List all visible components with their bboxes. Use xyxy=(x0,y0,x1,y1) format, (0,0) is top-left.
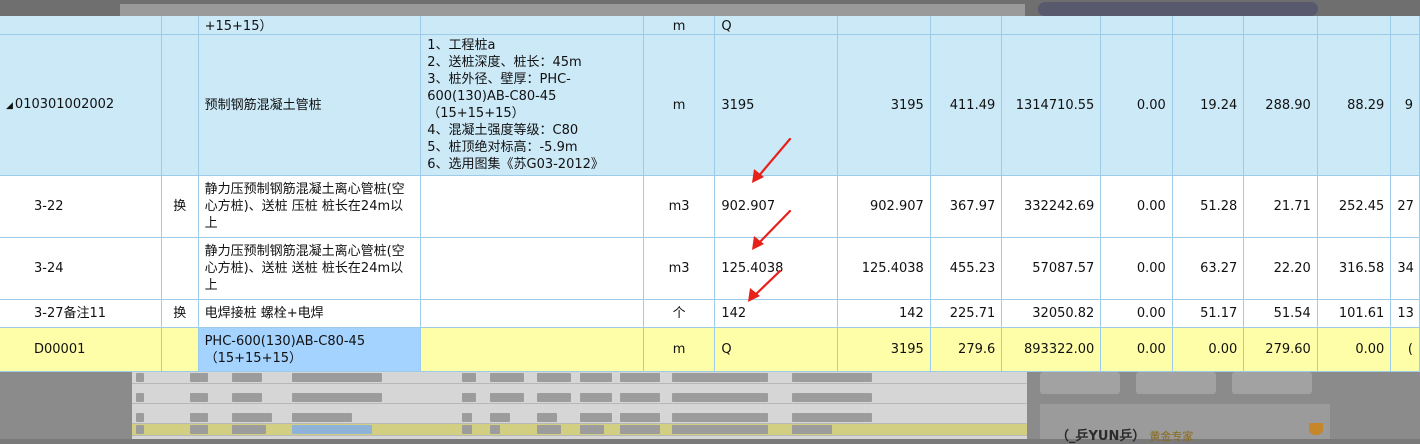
user-name: （_乒YUN乒） xyxy=(1056,429,1146,444)
unit-cell[interactable]: m3 xyxy=(643,175,716,238)
unit-cell[interactable]: 个 xyxy=(643,299,716,328)
features-cell[interactable] xyxy=(420,175,644,238)
code-cell[interactable]: 3-27备注11 xyxy=(0,299,162,328)
quantity-cell[interactable]: 902.907 xyxy=(837,175,931,238)
collapse-triangle-icon[interactable]: ◢ xyxy=(6,101,13,111)
value-cell[interactable]: 0.00 xyxy=(1100,34,1173,176)
features-cell[interactable]: 1、工程桩a 2、送桩深度、桩长：45m 3、桩外径、壁厚：PHC-600(13… xyxy=(420,34,644,176)
unit-cell[interactable]: m xyxy=(643,327,716,372)
kind-cell[interactable]: 换 xyxy=(161,175,199,238)
expression-cell[interactable]: 125.4038 xyxy=(714,237,838,300)
table-row-partial[interactable]: +15+15） m Q xyxy=(0,16,1420,35)
features-cell[interactable] xyxy=(420,237,644,300)
trophy-icon xyxy=(1309,423,1323,435)
total-cell[interactable]: 32050.82 xyxy=(1001,299,1102,328)
quantity-cell[interactable]: 125.4038 xyxy=(837,237,931,300)
table-row-quota[interactable]: 3-27备注11 换 电焊接桩 螺栓+电焊 个 142 142 225.71 3… xyxy=(0,299,1420,328)
value-cell[interactable]: 0.00 xyxy=(1317,327,1392,372)
features-cell[interactable] xyxy=(420,327,644,372)
value-cell[interactable]: 51.54 xyxy=(1243,299,1318,328)
name-cell[interactable]: 静力压预制钢筋混凝土离心管桩(空心方桩)、送桩 送桩 桩长在24m以上 xyxy=(198,237,422,300)
code-cell[interactable]: D00001 xyxy=(0,327,162,372)
kind-cell[interactable] xyxy=(161,327,199,372)
code-cell[interactable]: 3-22 xyxy=(0,175,162,238)
background-row xyxy=(132,392,1027,404)
table-row-quota[interactable]: 3-24 静力压预制钢筋混凝土离心管桩(空心方桩)、送桩 送桩 桩长在24m以上… xyxy=(0,237,1420,300)
quantity-cell[interactable]: 3195 xyxy=(837,327,931,372)
value-cell[interactable]: 279.60 xyxy=(1243,327,1318,372)
expression-cell[interactable]: 3195 xyxy=(714,34,838,176)
background-row xyxy=(132,372,1027,384)
value-cell[interactable]: 0.00 xyxy=(1172,327,1245,372)
expression-cell[interactable]: Q xyxy=(714,327,838,372)
total-cell[interactable]: 332242.69 xyxy=(1001,175,1102,238)
unit-price-cell[interactable]: 455.23 xyxy=(930,237,1003,300)
background-user-card: （_乒YUN乒） 黄金专家 xyxy=(1056,425,1193,444)
quantity-cell[interactable]: 142 xyxy=(837,299,931,328)
unit-price-cell[interactable]: 367.97 xyxy=(930,175,1003,238)
unit-price-cell[interactable]: 225.71 xyxy=(930,299,1003,328)
value-cell[interactable]: 63.27 xyxy=(1172,237,1245,300)
value-cell[interactable]: 51.17 xyxy=(1172,299,1245,328)
value-cell[interactable]: 0.00 xyxy=(1100,299,1173,328)
background-titlebar xyxy=(0,0,1420,16)
expression-cell[interactable]: 902.907 xyxy=(714,175,838,238)
quantity-cell[interactable]: 3195 xyxy=(837,34,931,176)
table-row-bill-item[interactable]: ◢ 010301002002 预制钢筋混凝土管桩 1、工程桩a 2、送桩深度、桩长… xyxy=(0,34,1420,176)
unit-cell[interactable]: m3 xyxy=(643,237,716,300)
code-cell[interactable]: 3-24 xyxy=(0,237,162,300)
value-cell[interactable]: 252.45 xyxy=(1317,175,1392,238)
value-cell[interactable]: ( xyxy=(1390,327,1420,372)
features-cell[interactable] xyxy=(420,299,644,328)
background-toolbar xyxy=(120,4,1025,16)
kind-cell[interactable] xyxy=(161,237,199,300)
kind-cell[interactable]: 换 xyxy=(161,299,199,328)
value-cell[interactable]: 0.00 xyxy=(1100,175,1173,238)
name-cell[interactable]: 电焊接桩 螺栓+电焊 xyxy=(198,299,422,328)
value-cell[interactable]: 22.20 xyxy=(1243,237,1318,300)
value-cell[interactable]: 0.00 xyxy=(1100,327,1173,372)
quantity-grid: +15+15） m Q ◢ 010301002002 预制钢筋混凝土管桩 1、工程… xyxy=(0,16,1420,372)
value-cell[interactable]: 34 xyxy=(1390,237,1420,300)
unit-cell[interactable]: m xyxy=(643,34,716,176)
table-row-material[interactable]: D00001 PHC-600(130)AB-C80-45（15+15+15） m… xyxy=(0,327,1420,372)
code-cell[interactable]: ◢ 010301002002 xyxy=(0,34,162,176)
value-cell[interactable]: 316.58 xyxy=(1317,237,1392,300)
name-cell[interactable]: 预制钢筋混凝土管桩 xyxy=(198,34,422,176)
value-cell[interactable]: 101.61 xyxy=(1317,299,1392,328)
background-button xyxy=(1040,372,1120,394)
background-button xyxy=(1232,372,1312,394)
table-row-quota[interactable]: 3-22 换 静力压预制钢筋混凝土离心管桩(空心方桩)、送桩 压桩 桩长在24m… xyxy=(0,175,1420,238)
background-row xyxy=(132,412,1027,424)
total-cell[interactable]: 893322.00 xyxy=(1001,327,1102,372)
expression-cell[interactable]: 142 xyxy=(714,299,838,328)
name-cell[interactable]: 静力压预制钢筋混凝土离心管桩(空心方桩)、送桩 压桩 桩长在24m以上 xyxy=(198,175,422,238)
background-row-highlight xyxy=(132,424,1027,436)
value-cell[interactable]: 9 xyxy=(1390,34,1420,176)
value-cell[interactable]: 288.90 xyxy=(1243,34,1318,176)
kind-cell[interactable] xyxy=(161,34,199,176)
total-cell[interactable]: 1314710.55 xyxy=(1001,34,1102,176)
value-cell[interactable]: 51.28 xyxy=(1172,175,1245,238)
value-cell[interactable]: 19.24 xyxy=(1172,34,1245,176)
bill-of-quantities-table: +15+15） m Q ◢ 010301002002 预制钢筋混凝土管桩 1、工程… xyxy=(0,16,1420,372)
value-cell[interactable]: 88.29 xyxy=(1317,34,1392,176)
name-cell-selected[interactable]: PHC-600(130)AB-C80-45（15+15+15） xyxy=(198,327,422,372)
value-cell[interactable]: 27 xyxy=(1390,175,1420,238)
value-cell[interactable]: 13 xyxy=(1390,299,1420,328)
background-pill xyxy=(1038,2,1318,16)
background-button xyxy=(1136,372,1216,394)
unit-price-cell[interactable]: 411.49 xyxy=(930,34,1003,176)
value-cell[interactable]: 21.71 xyxy=(1243,175,1318,238)
user-badge: 黄金专家 xyxy=(1149,430,1194,443)
value-cell[interactable]: 0.00 xyxy=(1100,237,1173,300)
background-spreadsheet xyxy=(132,372,1027,439)
unit-price-cell[interactable]: 279.6 xyxy=(930,327,1003,372)
total-cell[interactable]: 57087.57 xyxy=(1001,237,1102,300)
expression-cell: Q xyxy=(721,19,732,34)
name-cell: +15+15） xyxy=(204,19,273,34)
unit-cell: m xyxy=(672,19,686,34)
